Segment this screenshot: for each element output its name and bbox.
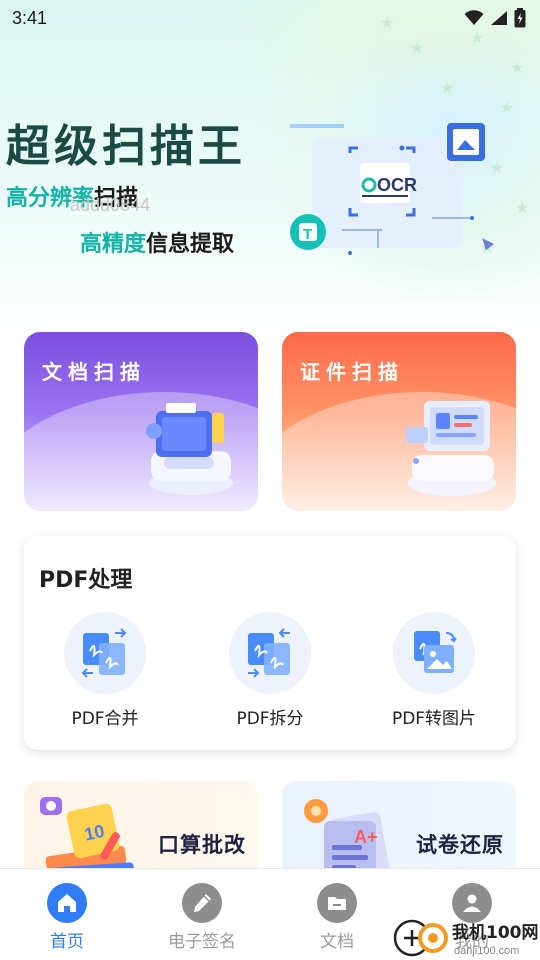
document-scan-card[interactable]: 文档扫描 (24, 332, 258, 511)
status-icons (464, 8, 526, 28)
svg-text:10: 10 (83, 821, 107, 845)
nav-item-documents[interactable]: 文档 (272, 883, 402, 952)
site-watermark-logo: 我机100网 danji100.com (392, 916, 539, 960)
pdf-merge-label: PDF合并 (71, 709, 139, 729)
hero-tagline-2: 高精度信息提取 (80, 226, 234, 258)
id-scan-card[interactable]: 证件扫描 (282, 332, 516, 511)
watermark-logo-name: 我机100网 (452, 922, 538, 943)
pdf-to-image-button[interactable]: PDF转图片 (364, 612, 504, 729)
ocr-illustration: OCR T (282, 118, 507, 277)
home-screen: ★ ★ ★ ★ ★ ★ ★ ★ ★ 3:41 超级扫描王 高分辨率扫描 addd… (0, 0, 540, 960)
decor-star-icon: ★ (515, 198, 530, 217)
tagline-highlight: 高精度 (80, 232, 147, 257)
pen-icon (182, 883, 222, 923)
pdf-split-label: PDF拆分 (236, 709, 304, 729)
tagline-text: 信息提取 (146, 232, 235, 257)
app-title: 超级扫描王 (6, 121, 246, 172)
pdf-split-button[interactable]: PDF拆分 (200, 612, 340, 729)
pdf-merge-icon (64, 612, 146, 694)
decor-star-icon: ★ (500, 98, 515, 117)
t-badge: T (303, 226, 312, 243)
pdf-section-title: PDF处理 (39, 568, 133, 593)
pdf-merge-button[interactable]: PDF合并 (35, 612, 175, 729)
wifi-icon (464, 10, 484, 25)
svg-text:A+: A+ (354, 827, 378, 847)
document-scan-label: 文档扫描 (42, 360, 146, 384)
battery-icon (514, 8, 526, 28)
nav-item-home[interactable]: 首页 (2, 883, 132, 952)
pdf-split-icon (229, 612, 311, 694)
pdf-to-image-icon (393, 612, 475, 694)
folder-icon (317, 883, 357, 923)
nav-label: 文档 (320, 932, 354, 952)
decor-star-icon: ★ (510, 58, 525, 77)
exam-restore-label: 试卷还原 (416, 833, 504, 857)
user-watermark: addd0844 (70, 195, 151, 215)
ocr-badge: OCR (377, 175, 417, 195)
status-bar: 3:41 (0, 0, 540, 38)
nav-label: 电子签名 (168, 932, 236, 952)
pdf-tools-panel: PDF处理 PDF合并 PDF拆分 PDF转图片 (24, 536, 516, 750)
pdf-to-image-label: PDF转图片 (391, 709, 477, 729)
nav-item-signature[interactable]: 电子签名 (137, 883, 267, 952)
watermark-logo-url: danji100.com (454, 945, 519, 957)
decor-star-icon: ★ (440, 78, 455, 97)
home-icon (47, 883, 87, 923)
status-time: 3:41 (12, 8, 48, 28)
signal-icon (491, 11, 507, 25)
id-scan-label: 证件扫描 (300, 360, 404, 384)
nav-label: 首页 (50, 932, 84, 952)
math-check-label: 口算批改 (158, 833, 246, 857)
document-scanner-icon (136, 391, 246, 505)
decor-star-icon: ★ (410, 38, 425, 57)
id-card-scanner-icon (394, 391, 504, 505)
